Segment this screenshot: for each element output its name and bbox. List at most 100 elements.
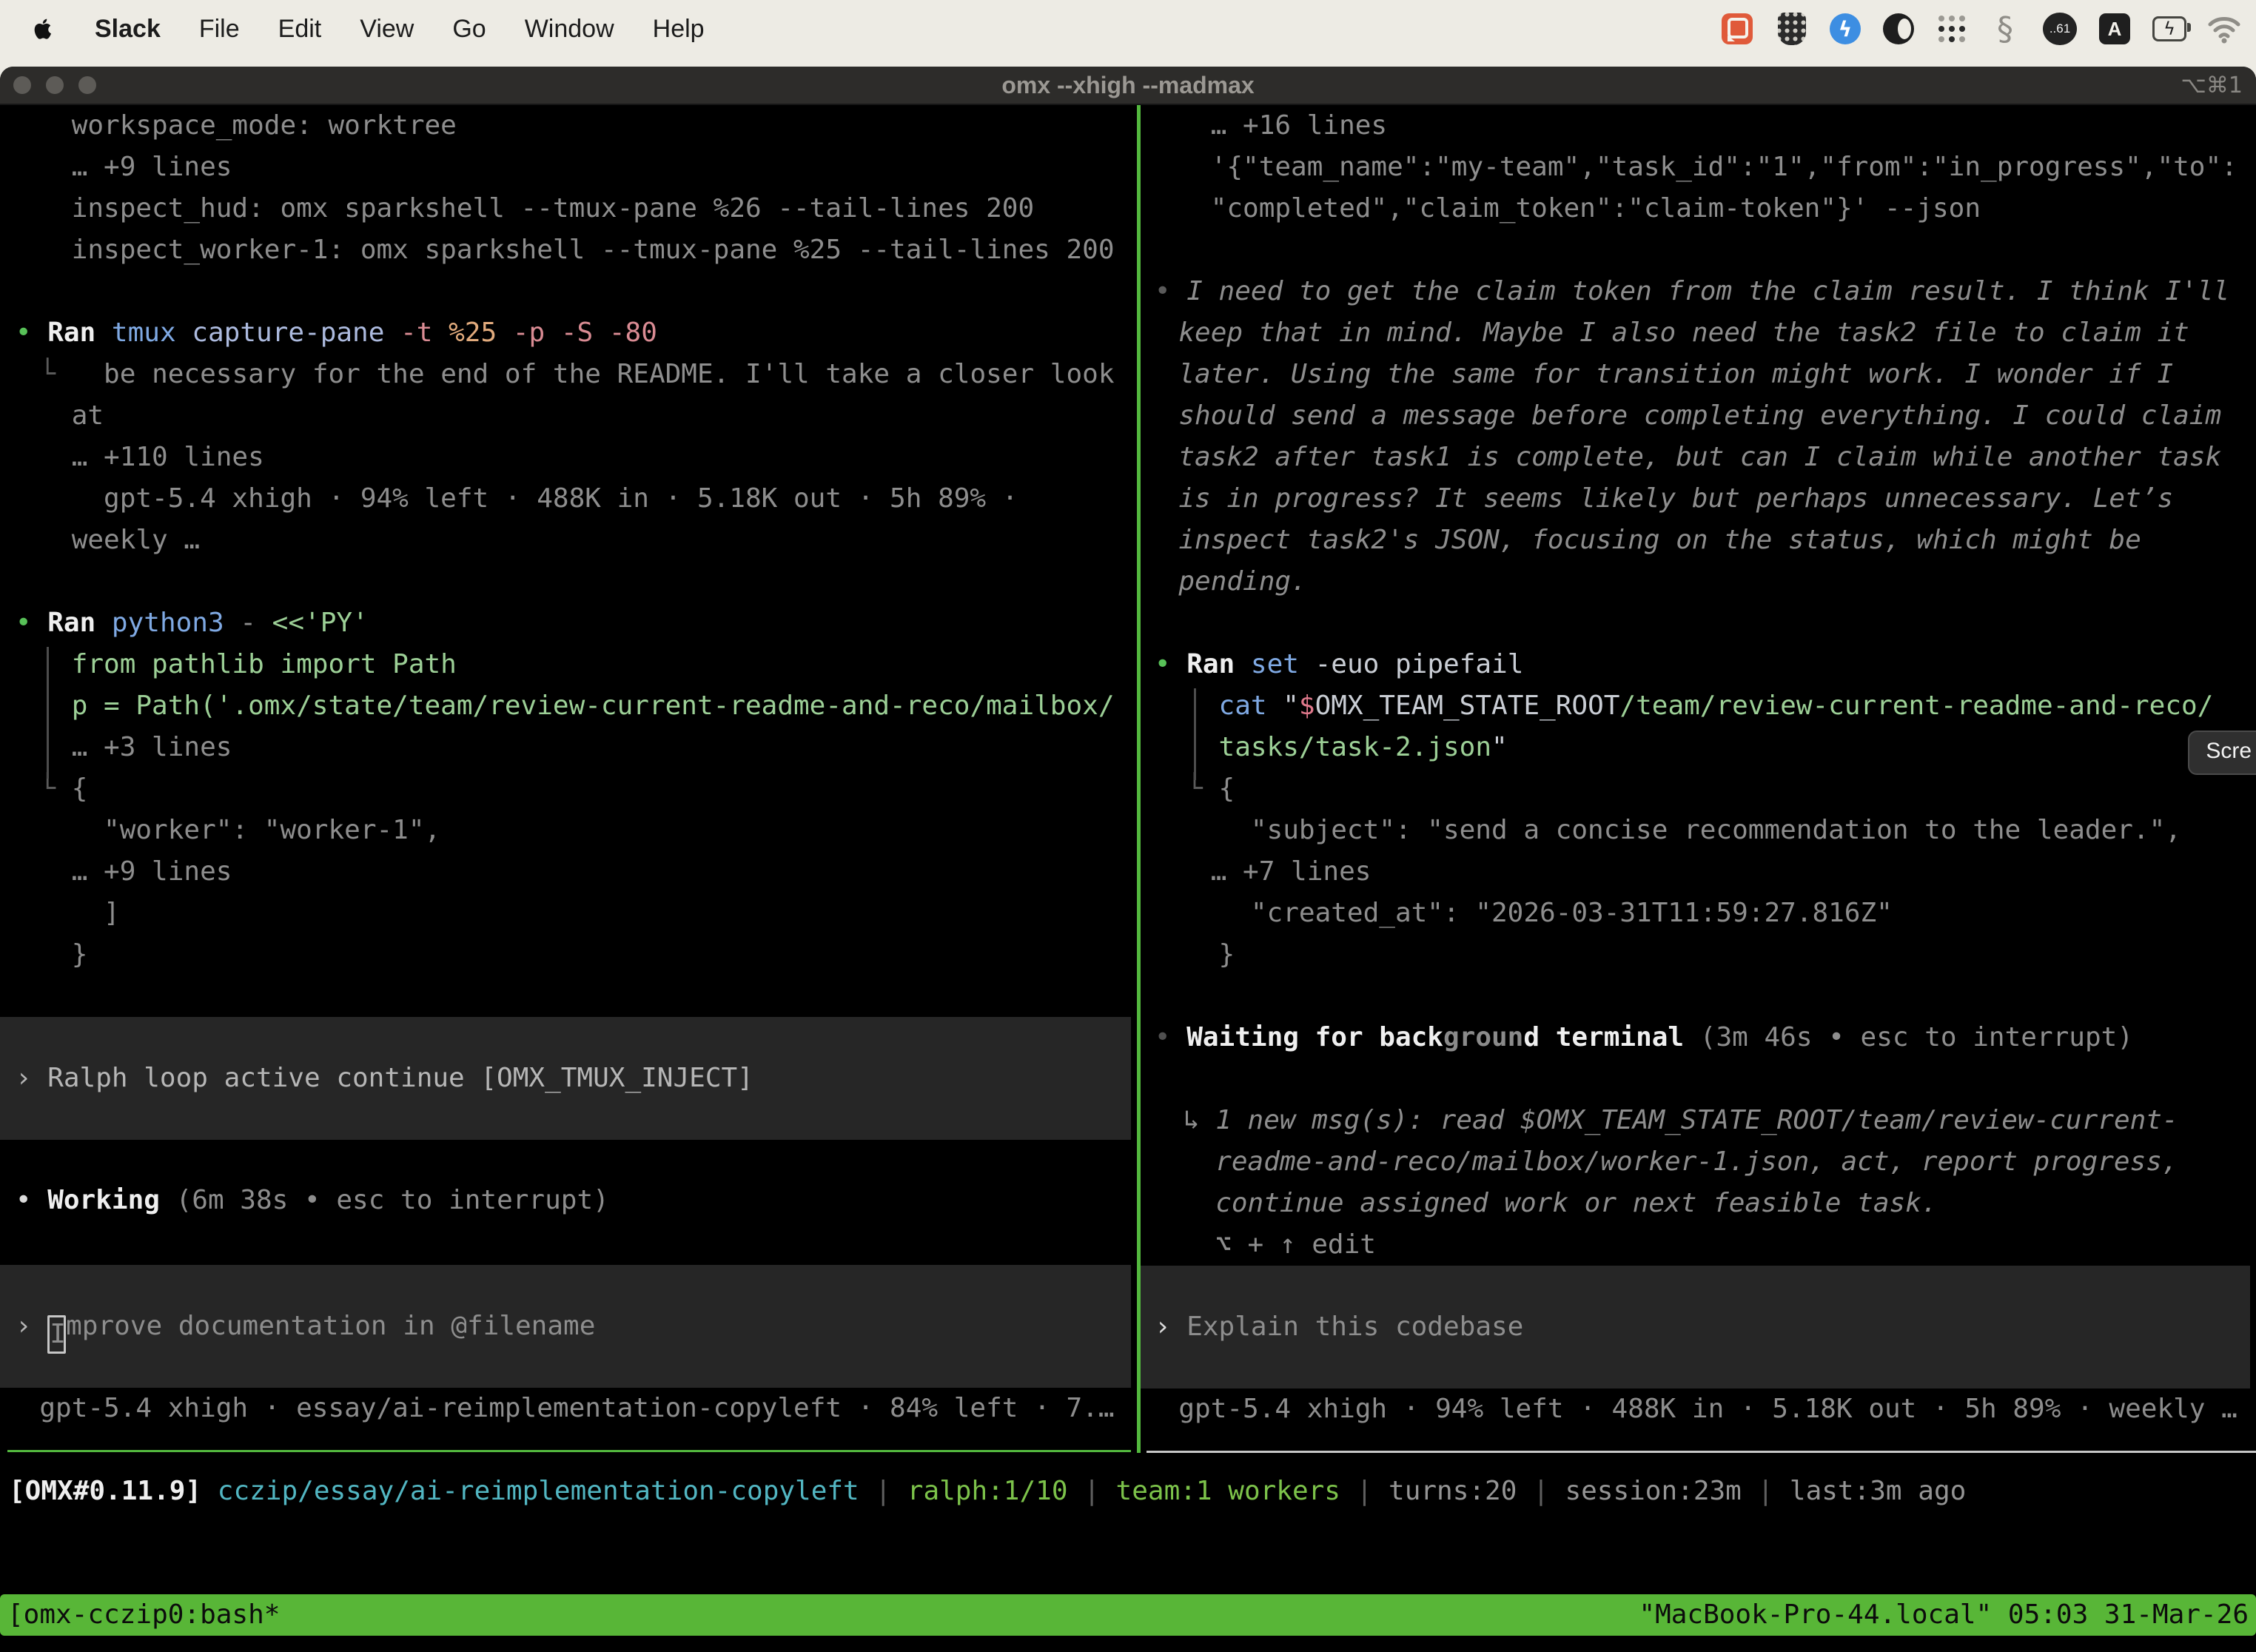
terminal-line: [7, 976, 1137, 1017]
terminal-line: p = Path('.omx/state/team/review-current…: [7, 685, 1137, 727]
terminal-rows: workspace_mode: worktree… +9 linesinspec…: [7, 105, 1137, 1017]
model-status-right: gpt-5.4 xhigh · 94% left · 488K in · 5.1…: [1147, 1389, 2256, 1430]
terminal-line: at: [7, 395, 1137, 437]
terminal-line: … +9 lines: [7, 147, 1137, 188]
menu-item-view[interactable]: View: [360, 15, 414, 44]
tmux-session-name[interactable]: [omx-cczip0:bash*: [7, 1594, 280, 1636]
terminal-line: should send a message before completing …: [1147, 395, 2256, 437]
terminal-line: inspect_worker-1: omx sparkshell --tmux-…: [7, 229, 1137, 271]
counter-badge-icon[interactable]: ..61: [2043, 12, 2077, 46]
menu-item-edit[interactable]: Edit: [278, 15, 322, 44]
menu-item-file[interactable]: File: [199, 15, 240, 44]
spacer: [7, 1429, 1137, 1450]
terminal-line: … +7 lines: [1147, 851, 2256, 893]
terminal-window: omx --xhigh --madmax ⌥⌘1 workspace_mode:…: [0, 67, 2256, 1652]
wifi-icon[interactable]: [2207, 14, 2241, 44]
window-title: omx --xhigh --madmax: [0, 72, 2256, 99]
window-shortcut: ⌥⌘1: [2181, 73, 2243, 98]
terminal-line: keep that in mind. Maybe I also need the…: [1147, 312, 2256, 354]
screen-tooltip: Scre: [2188, 731, 2256, 775]
tmux-host-time: "MacBook-Pro-44.local" 05:03 31-Mar-26: [1639, 1594, 2249, 1636]
shield-grid-icon[interactable]: [1775, 12, 1809, 46]
terminal-line: inspect task2's JSON, focusing on the st…: [1147, 520, 2256, 561]
terminal-line: "created_at": "2026-03-31T11:59:27.816Z": [1147, 893, 2256, 934]
terminal-line: [7, 271, 1137, 312]
squiggle-icon[interactable]: §: [1988, 12, 2022, 46]
ralph-loop-banner[interactable]: › Ralph loop active continue [OMX_TMUX_I…: [0, 1017, 1131, 1140]
spacer: [1147, 1430, 2256, 1451]
menu-item-window[interactable]: Window: [525, 15, 614, 44]
input-source-icon[interactable]: A: [2098, 12, 2132, 46]
terminal-line: ↳ 1 new msg(s): read $OMX_TEAM_STATE_ROO…: [1147, 1100, 2256, 1141]
menu-app-name[interactable]: Slack: [95, 15, 161, 44]
prompt-input-right[interactable]: › Explain this codebase: [1141, 1266, 2250, 1389]
terminal-line: }: [1147, 934, 2256, 976]
terminal-line: from pathlib import Path: [7, 644, 1137, 685]
terminal-line: [1147, 602, 2256, 644]
window-titlebar[interactable]: omx --xhigh --madmax ⌥⌘1: [0, 67, 2256, 105]
terminal-line: … +9 lines: [7, 851, 1137, 893]
pane-border-rule: [7, 1450, 1131, 1452]
terminal-line: pending.: [1147, 561, 2256, 602]
terminal-line: weekly …: [7, 520, 1137, 561]
right-pane[interactable]: Scre … +16 lines'{"team_name":"my-team",…: [1141, 105, 2256, 1453]
terminal-line: }: [7, 934, 1137, 976]
terminal-line: task2 after task1 is complete, but can I…: [1147, 437, 2256, 478]
spacer: [7, 1140, 1137, 1180]
terminal-line: › Improve documentation in @filename: [7, 1306, 1131, 1354]
menu-bar: Slack FileEditViewGoWindowHelp ϟ § ..61 …: [0, 0, 2256, 58]
pane-border-rule: [1147, 1451, 2256, 1453]
terminal-line: … +16 lines: [1147, 105, 2256, 147]
terminal-line: later. Using the same for transition mig…: [1147, 354, 2256, 395]
terminal-line: › Ralph loop active continue [OMX_TMUX_I…: [7, 1058, 1131, 1099]
terminal-content: workspace_mode: worktree… +9 linesinspec…: [0, 105, 2256, 1652]
terminal-line: └ {: [1147, 768, 2256, 810]
terminal-line: └ be necessary for the end of the README…: [7, 354, 1137, 395]
thinking-text: • I need to get the claim token from the…: [1147, 271, 2256, 312]
apple-icon[interactable]: [31, 14, 56, 44]
terminal-line: › Explain this codebase: [1147, 1306, 2250, 1348]
terminal-line: [1147, 1058, 2256, 1100]
terminal-line: tasks/task-2.json": [1147, 727, 2256, 768]
output-connector-line: [1194, 688, 1196, 780]
terminal-line: [1147, 976, 2256, 1017]
bolt-badge-icon[interactable]: ϟ: [1830, 13, 1861, 44]
terminal-rows: gpt-5.4 xhigh · essay/ai-reimplementatio…: [7, 1388, 1137, 1429]
terminal-line: ]: [7, 893, 1137, 934]
menu-item-help[interactable]: Help: [653, 15, 705, 44]
terminal-line: [7, 561, 1137, 602]
moon-circle-icon[interactable]: [1881, 12, 1916, 46]
terminal-line: cat "$OMX_TEAM_STATE_ROOT/team/review-cu…: [1147, 685, 2256, 727]
working-status: • Working (6m 38s • esc to interrupt): [7, 1180, 1137, 1221]
prompt-input-left[interactable]: › Improve documentation in @filename: [0, 1265, 1131, 1388]
model-status-left: gpt-5.4 xhigh · essay/ai-reimplementatio…: [7, 1388, 1137, 1429]
terminal-line: … +3 lines: [7, 727, 1137, 768]
terminal-line: readme-and-reco/mailbox/worker-1.json, a…: [1147, 1141, 2256, 1183]
terminal-line: [1147, 229, 2256, 271]
terminal-line: └ {: [7, 768, 1137, 810]
terminal-line: is in progress? It seems likely but perh…: [1147, 478, 2256, 520]
terminal-line: '{"team_name":"my-team","task_id":"1","f…: [1147, 147, 2256, 188]
battery-icon[interactable]: ϟ: [2152, 12, 2186, 46]
dot-grid-icon[interactable]: [1936, 13, 1967, 44]
output-connector-line: [47, 647, 49, 779]
terminal-line: … +110 lines: [7, 437, 1137, 478]
ran-tmux-command: • Ran tmux capture-pane -t %25 -p -S -80: [7, 312, 1137, 354]
terminal-line: workspace_mode: worktree: [7, 105, 1137, 147]
terminal-line: ⌥ + ↑ edit: [1147, 1224, 2256, 1266]
terminal-rows: … +16 lines'{"team_name":"my-team","task…: [1147, 105, 2256, 1266]
tmux-status-bar: [omx-cczip0:bash* "MacBook-Pro-44.local"…: [0, 1594, 2256, 1636]
spacer: [7, 1221, 1137, 1265]
left-pane[interactable]: workspace_mode: worktree… +9 linesinspec…: [0, 105, 1137, 1453]
chat-app-icon[interactable]: [1720, 12, 1754, 46]
terminal-line: "subject": "send a concise recommendatio…: [1147, 810, 2256, 851]
ran-cat-command: • Ran set -euo pipefail: [1147, 644, 2256, 685]
terminal-line: continue assigned work or next feasible …: [1147, 1183, 2256, 1224]
terminal-rows: gpt-5.4 xhigh · 94% left · 488K in · 5.1…: [1147, 1389, 2256, 1430]
menu-item-go[interactable]: Go: [452, 15, 486, 44]
terminal-line: gpt-5.4 xhigh · 94% left · 488K in · 5.1…: [7, 478, 1137, 520]
terminal-line: inspect_hud: omx sparkshell --tmux-pane …: [7, 188, 1137, 229]
omx-status-line: [OMX#0.11.9] cczip/essay/ai-reimplementa…: [0, 1471, 2256, 1512]
ran-python-command: • Ran python3 - <<'PY': [7, 602, 1137, 644]
terminal-rows: • Working (6m 38s • esc to interrupt): [7, 1180, 1137, 1221]
